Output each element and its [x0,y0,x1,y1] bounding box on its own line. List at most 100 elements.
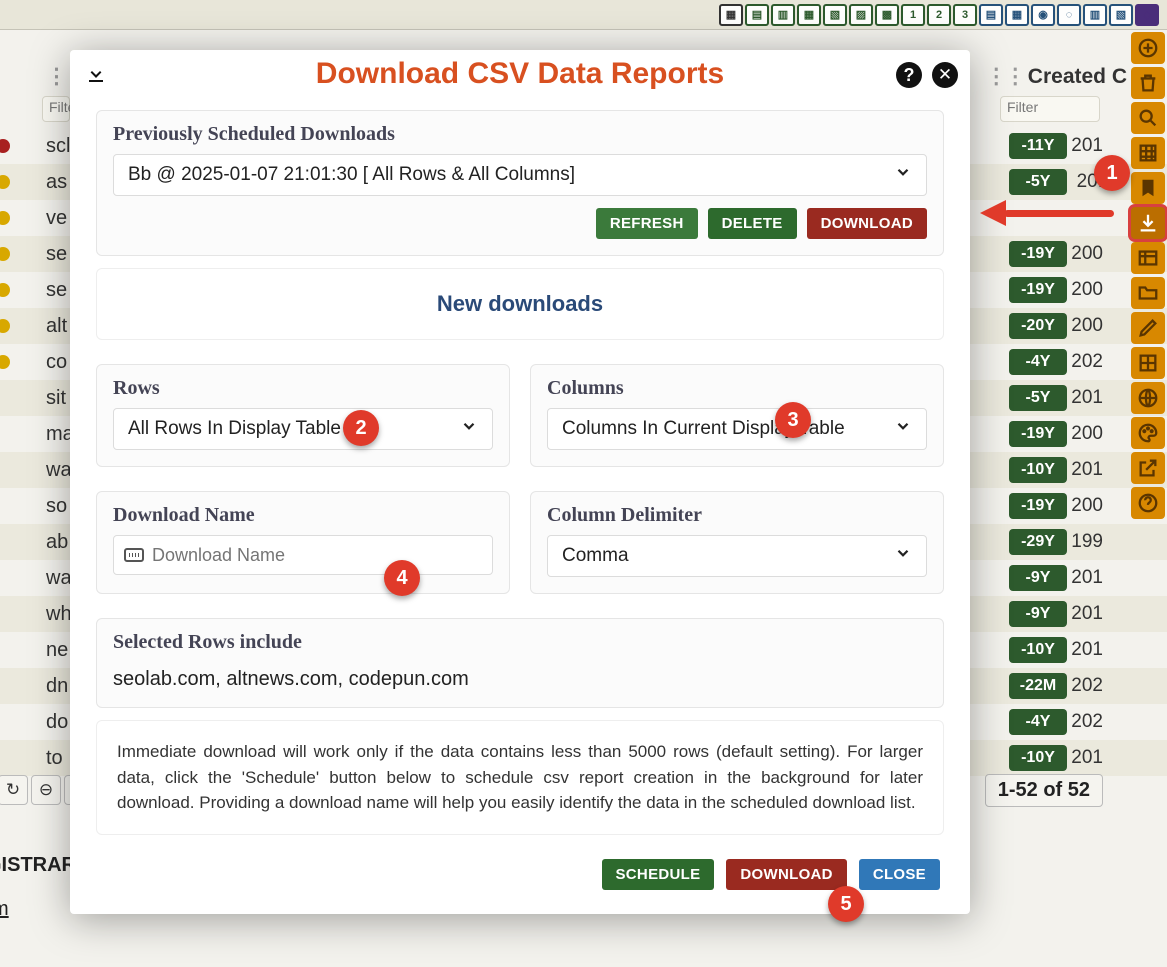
domain-text: se [46,279,67,302]
grid-icon[interactable] [1131,137,1165,169]
table-row[interactable]: sit-5Y201 [0,380,1167,416]
toolbar-icon[interactable]: ◌ [1057,4,1081,26]
toolbar-icon[interactable]: 1 [901,4,925,26]
domain-text: to [46,747,63,770]
table-row[interactable]: wh-9Y201 [0,596,1167,632]
year-text: 200 [1071,279,1103,301]
table-row[interactable]: so -19Y200 [0,488,1167,524]
column-header-created[interactable]: ⋮⋮Created C [986,64,1127,92]
column-header-domain[interactable]: ⋮⋮Do [46,64,116,92]
year-text: 202 [1071,675,1103,697]
domain-text: wa [46,459,72,482]
age-badge: -20Y [1009,313,1067,339]
minus-icon[interactable]: ⊖ [31,775,61,805]
age-badge: -11Y [1009,133,1067,159]
age-badge: -10Y [1009,637,1067,663]
toolbar-icon[interactable]: ▩ [875,4,899,26]
status-dot [0,319,10,333]
toolbar-icon[interactable]: ◈ [1135,4,1159,26]
domain-text: co [46,351,67,374]
registrar-link[interactable]: m [0,898,9,921]
age-badge: -19Y [1009,421,1067,447]
filter-input[interactable]: Filter [42,96,70,122]
table-row[interactable]: wa-10Y201 [0,452,1167,488]
status-dot [0,355,10,369]
year-text: 201 [1071,135,1103,157]
globe-icon[interactable] [1131,382,1165,414]
background-table: ▦ ▤ ▥ ▦ ▧ ▨ ▩ 1 2 3 ▤ ▦ ◉ ◌ ▥ ▧ ◈ ⋮⋮Do F… [0,0,1167,967]
age-badge: -5Y [1009,385,1067,411]
toolbar-icon[interactable]: 2 [927,4,951,26]
age-badge: -19Y [1009,493,1067,519]
help-icon[interactable] [1131,487,1165,519]
toolbar-icon[interactable]: ▧ [1109,4,1133,26]
table-row[interactable]: do -4Y202 [0,704,1167,740]
domain-text: ab [46,531,68,554]
toolbar-icon[interactable]: ▥ [1083,4,1107,26]
callout-4: 4 [384,560,420,596]
table-row[interactable]: ma-19Y200 [0,416,1167,452]
table-row[interactable]: co-4Y202 [0,344,1167,380]
copy-icon[interactable]: ⧉ [64,775,94,805]
domain-text: se [46,243,67,266]
status-dot [0,139,10,153]
toolbar-icon[interactable]: ▦ [719,4,743,26]
callout-5: 5 [828,886,864,922]
toolbar-icon[interactable]: ▦ [797,4,821,26]
domain-text: wa [46,567,72,590]
trash-icon[interactable] [1131,67,1165,99]
year-text: 201 [1071,603,1103,625]
age-badge: -9Y [1009,601,1067,627]
right-sidebar [1131,32,1167,519]
table-row[interactable]: wa-9Y201 [0,560,1167,596]
folder-icon[interactable] [1131,277,1165,309]
table-row[interactable]: se -19Y200 [0,236,1167,272]
status-dot [0,211,10,225]
table-row[interactable]: alt-20Y200 [0,308,1167,344]
table-row[interactable]: dn-22M202 [0,668,1167,704]
toolbar-icon[interactable]: ▧ [823,4,847,26]
table-row[interactable]: scl-11Y201 [0,128,1167,164]
toolbar-icon[interactable]: ◉ [1031,4,1055,26]
callout-1: 1 [1094,155,1130,191]
add-icon[interactable] [1131,32,1165,64]
age-badge: -19Y [1009,241,1067,267]
table-row[interactable]: to-10Y201 [0,740,1167,776]
toolbar-icon[interactable]: ▨ [849,4,873,26]
domain-text: alt [46,315,67,338]
domain-text: ne [46,639,68,662]
domain-text: sit [46,387,66,410]
toolbar-icon[interactable]: 3 [953,4,977,26]
table-row[interactable]: ne -10Y201 [0,632,1167,668]
table-row[interactable]: as-5Y20. [0,164,1167,200]
matrix-icon[interactable] [1131,347,1165,379]
domain-text: do [46,711,68,734]
callout-2: 2 [343,410,379,446]
search-icon[interactable] [1131,102,1165,134]
toolbar-icon[interactable]: ▤ [745,4,769,26]
table-row[interactable]: se-19Y200 [0,272,1167,308]
toolbar-icon[interactable]: ▥ [771,4,795,26]
filter-input[interactable]: Filter [1000,96,1100,122]
status-dot [0,175,10,189]
table-icon[interactable] [1131,242,1165,274]
year-text: 202 [1071,711,1103,733]
palette-icon[interactable] [1131,417,1165,449]
top-icon-bar: ▦ ▤ ▥ ▦ ▧ ▨ ▩ 1 2 3 ▤ ▦ ◉ ◌ ▥ ▧ ◈ [0,0,1167,30]
external-link-icon[interactable] [1131,452,1165,484]
table-row[interactable]: ab-29Y199 [0,524,1167,560]
domain-text: so [46,495,67,518]
edit-icon[interactable] [1131,312,1165,344]
age-badge: -4Y [1009,709,1067,735]
refresh-small-icon[interactable]: ↻ [0,775,28,805]
toolbar-icon[interactable]: ▦ [1005,4,1029,26]
year-text: 200 [1071,423,1103,445]
year-text: 201 [1071,459,1103,481]
year-text: 201 [1071,747,1103,769]
bookmark-icon[interactable] [1131,172,1165,204]
year-text: 201 [1071,639,1103,661]
year-text: 200 [1071,495,1103,517]
download-icon[interactable] [1131,207,1165,239]
toolbar-icon[interactable]: ▤ [979,4,1003,26]
year-text: 200 [1071,243,1103,265]
